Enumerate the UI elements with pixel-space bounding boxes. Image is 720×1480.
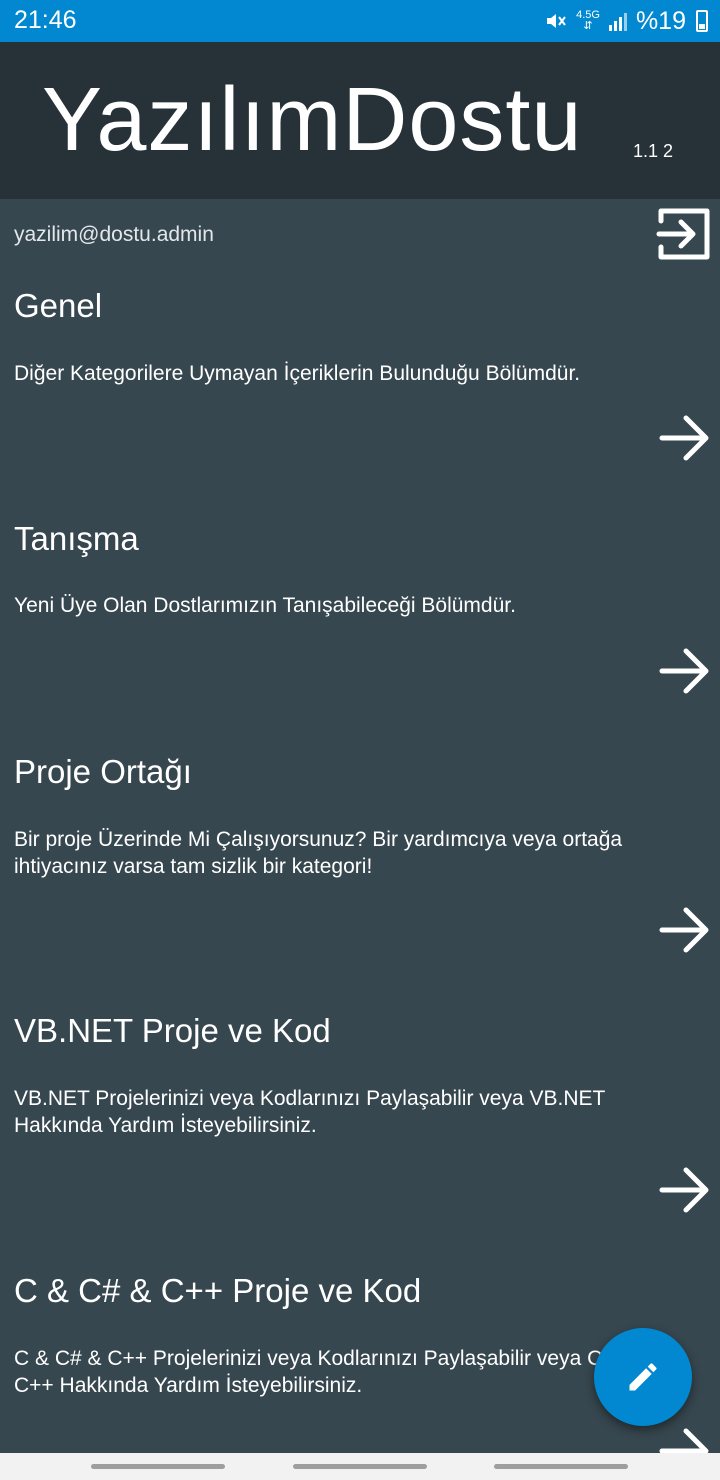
category-description: C & C# & C++ Projelerinizi veya Kodların… [14, 1347, 675, 1397]
arrow-right-icon[interactable] [658, 1426, 712, 1453]
category-description: Diğer Kategorilere Uymayan İçeriklerin B… [14, 362, 581, 385]
status-time: 21:46 [14, 6, 77, 34]
network-icon: 4.5G ⇵ [576, 9, 600, 32]
category-title: C & C# & C++ Proje ve Kod [14, 1272, 422, 1309]
category-title: VB.NET Proje ve Kod [14, 1012, 331, 1049]
logout-icon[interactable] [655, 205, 713, 263]
nav-home-button[interactable] [293, 1464, 427, 1469]
arrow-right-icon[interactable] [658, 1165, 712, 1215]
category-item[interactable]: Genel Diğer Kategorilere Uymayan İçerikl… [0, 287, 720, 547]
category-list[interactable]: yazilim@dostu.admin Genel Diğer Kategori… [0, 199, 720, 1453]
pencil-icon [629, 1363, 657, 1391]
category-description: Bir proje Üzerinde Mi Çalışıyorsunuz? Bi… [14, 828, 623, 878]
app-title: YazılımDostu [42, 70, 583, 170]
category-description: VB.NET Projelerinizi veya Kodlarınızı Pa… [14, 1087, 605, 1137]
category-item[interactable]: VB.NET Proje ve Kod VB.NET Projelerinizi… [0, 1012, 720, 1272]
category-item[interactable]: Proje Ortağı Bir proje Üzerinde Mi Çalış… [0, 753, 720, 1013]
battery-icon [696, 10, 708, 32]
signal-icon [608, 13, 627, 31]
category-title: Genel [14, 287, 103, 324]
arrow-right-icon[interactable] [658, 905, 712, 955]
app-version: 1.1 2 [633, 141, 674, 161]
new-post-button[interactable] [594, 1328, 692, 1426]
category-title: Tanışma [14, 520, 139, 557]
nav-back-button[interactable] [494, 1464, 628, 1469]
mute-icon [547, 14, 566, 28]
category-title: Proje Ortağı [14, 753, 192, 790]
app-header: YazılımDostu 1.1 2 [0, 42, 720, 199]
navigation-bar [0, 1453, 720, 1480]
arrow-right-icon[interactable] [658, 646, 712, 696]
user-email: yazilim@dostu.admin [14, 223, 214, 246]
battery-percentage: %19 [635, 6, 686, 35]
status-icons: 4.5G ⇵ %19 [544, 4, 708, 38]
arrow-right-icon[interactable] [658, 413, 712, 463]
category-description: Yeni Üye Olan Dostlarımızın Tanışabilece… [14, 594, 516, 617]
nav-recents-button[interactable] [91, 1464, 225, 1469]
status-bar: 21:46 4.5G ⇵ %19 [0, 0, 720, 42]
category-item[interactable]: Tanışma Yeni Üye Olan Dostlarımızın Tanı… [0, 520, 720, 780]
